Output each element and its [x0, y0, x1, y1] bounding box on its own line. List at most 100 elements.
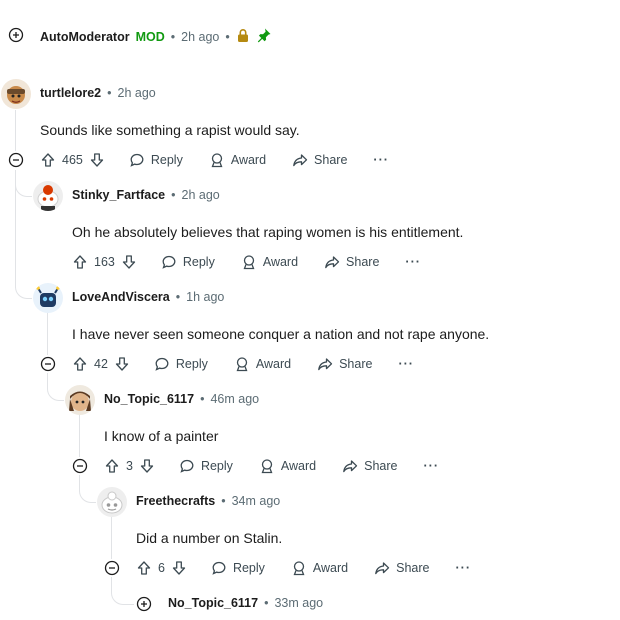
share-button[interactable]: Share: [374, 560, 430, 576]
thread-line: [47, 312, 48, 358]
minus-circle-icon: [40, 356, 56, 372]
vote-count: 465: [62, 153, 83, 167]
downvote-icon[interactable]: [114, 356, 130, 372]
comment-author[interactable]: No_Topic_6117: [104, 392, 194, 406]
comment-actions: 6 Reply Award Share ···: [136, 558, 471, 578]
collapse-comment-button[interactable]: [103, 559, 121, 577]
comment-author[interactable]: Freethecrafts: [136, 494, 215, 508]
downvote-icon[interactable]: [171, 560, 187, 576]
award-button[interactable]: Award: [234, 356, 291, 372]
comment-meta: turtlelore2 • 2h ago: [40, 86, 156, 100]
vote-control: 6: [136, 560, 187, 576]
more-options-button[interactable]: ···: [398, 357, 414, 371]
collapse-comment-button[interactable]: [71, 457, 89, 475]
share-label: Share: [339, 357, 373, 371]
comment-time[interactable]: 2h ago: [181, 30, 219, 44]
reply-button[interactable]: Reply: [154, 356, 208, 372]
share-button[interactable]: Share: [324, 254, 379, 270]
comment-time[interactable]: 2h ago: [182, 188, 220, 202]
expand-comment-button[interactable]: [135, 595, 153, 613]
award-icon: [291, 560, 307, 576]
lock-icon: [236, 28, 250, 46]
comment-author[interactable]: LoveAndViscera: [72, 290, 170, 304]
award-button[interactable]: Award: [241, 254, 298, 270]
comment-time[interactable]: 1h ago: [186, 290, 224, 304]
comment-actions: 465 Reply Award Share ···: [40, 150, 389, 170]
share-button[interactable]: Share: [342, 458, 398, 474]
comment-author[interactable]: turtlelore2: [40, 86, 101, 100]
comment-time[interactable]: 46m ago: [210, 392, 259, 406]
separator-dot: •: [171, 188, 176, 202]
award-label: Award: [312, 561, 349, 575]
upvote-icon[interactable]: [72, 356, 88, 372]
downvote-icon[interactable]: [139, 458, 155, 474]
vote-count: 3: [126, 459, 133, 473]
award-label: Award: [280, 459, 317, 473]
upvote-icon[interactable]: [136, 560, 152, 576]
separator-dot: •: [221, 494, 226, 508]
award-icon: [234, 356, 250, 372]
collapse-comment-button[interactable]: [39, 355, 57, 373]
avatar[interactable]: [33, 181, 63, 211]
separator-dot: •: [170, 29, 176, 44]
share-label: Share: [346, 255, 380, 269]
vote-control: 3: [104, 458, 155, 474]
reply-label: Reply: [150, 153, 183, 167]
pin-icon: [256, 27, 272, 46]
reply-icon: [211, 560, 227, 576]
award-button[interactable]: Award: [259, 458, 316, 474]
more-options-button[interactable]: ···: [373, 153, 389, 167]
award-label: Award: [230, 153, 267, 167]
more-options-button[interactable]: ···: [456, 561, 472, 575]
avatar[interactable]: [1, 79, 31, 109]
comment-meta: No_Topic_6117 • 46m ago: [104, 392, 259, 406]
vote-count: 6: [158, 561, 165, 575]
downvote-icon[interactable]: [89, 152, 105, 168]
plus-circle-icon: [136, 596, 152, 612]
avatar[interactable]: [97, 487, 127, 517]
minus-circle-icon: [8, 152, 24, 168]
share-button[interactable]: Share: [292, 152, 347, 168]
reply-button[interactable]: Reply: [179, 458, 233, 474]
avatar[interactable]: [33, 283, 63, 313]
separator-dot: •: [200, 392, 205, 406]
comment-body: I know of a painter: [104, 428, 219, 444]
share-label: Share: [396, 561, 430, 575]
comment-author[interactable]: AutoModerator: [40, 30, 130, 44]
separator-dot: •: [264, 596, 269, 610]
comment-time[interactable]: 34m ago: [232, 494, 281, 508]
upvote-icon[interactable]: [40, 152, 56, 168]
award-icon: [241, 254, 257, 270]
expand-comment-button[interactable]: [7, 26, 25, 44]
reply-icon: [179, 458, 195, 474]
comment-actions: 163 Reply Award Share ···: [72, 252, 421, 272]
more-options-button[interactable]: ···: [405, 255, 421, 269]
upvote-icon[interactable]: [104, 458, 120, 474]
share-label: Share: [314, 153, 348, 167]
separator-dot: •: [107, 86, 112, 100]
comment-author[interactable]: No_Topic_6117: [168, 596, 258, 610]
reply-button[interactable]: Reply: [161, 254, 215, 270]
vote-count: 163: [94, 255, 115, 269]
thread-elbow: [79, 474, 96, 503]
award-button[interactable]: Award: [209, 152, 266, 168]
share-button[interactable]: Share: [317, 356, 372, 372]
comment-author[interactable]: Stinky_Fartface: [72, 188, 165, 202]
avatar[interactable]: [65, 385, 95, 415]
reply-button[interactable]: Reply: [129, 152, 183, 168]
vote-count: 42: [94, 357, 108, 371]
collapse-comment-button[interactable]: [7, 151, 25, 169]
award-icon: [209, 152, 225, 168]
minus-circle-icon: [104, 560, 120, 576]
award-button[interactable]: Award: [291, 560, 348, 576]
upvote-icon[interactable]: [72, 254, 88, 270]
share-label: Share: [364, 459, 398, 473]
reply-label: Reply: [200, 459, 233, 473]
downvote-icon[interactable]: [121, 254, 137, 270]
more-options-button[interactable]: ···: [424, 459, 440, 473]
comment-time[interactable]: 2h ago: [118, 86, 156, 100]
comment-time[interactable]: 33m ago: [274, 596, 323, 610]
reply-icon: [161, 254, 177, 270]
reply-button[interactable]: Reply: [211, 560, 265, 576]
thread-line: [111, 516, 112, 562]
